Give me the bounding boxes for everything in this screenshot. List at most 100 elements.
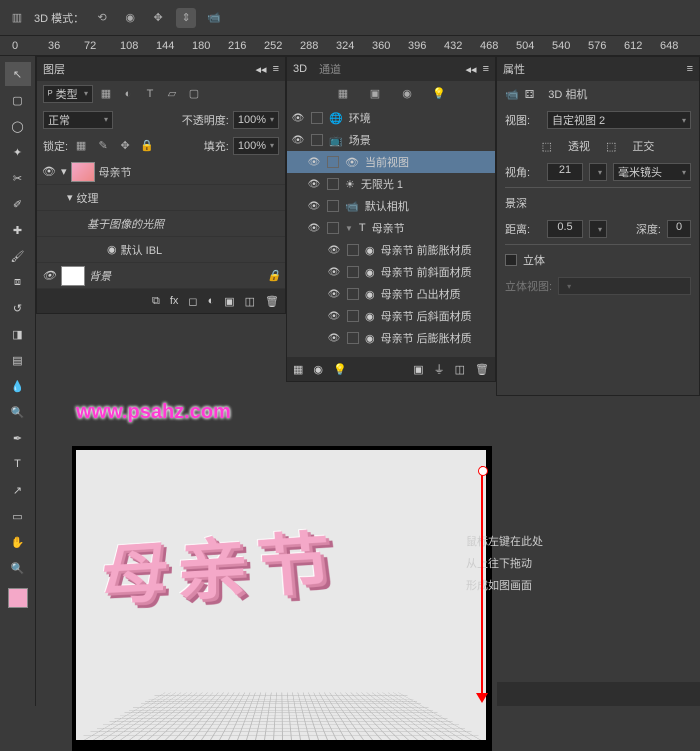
ground-icon[interactable]: ⏚ bbox=[434, 361, 445, 377]
3d-item[interactable]: 👁◉母亲节 前膨胀材质 bbox=[287, 239, 495, 261]
mat-icon[interactable]: ▦ bbox=[293, 363, 303, 376]
layer-row[interactable]: 基于图像的光照 bbox=[37, 211, 285, 237]
zoom-tool[interactable]: 🔍 bbox=[5, 556, 31, 580]
3d-item[interactable]: 👁◉母亲节 后膨胀材质 bbox=[287, 327, 495, 349]
crop-tool[interactable]: ✂ bbox=[5, 166, 31, 190]
3d-item-current-view[interactable]: 👁👁当前视图 bbox=[287, 151, 495, 173]
pen-tool[interactable]: ✒ bbox=[5, 426, 31, 450]
3d-item[interactable]: 👁📹默认相机 bbox=[287, 195, 495, 217]
lens-select[interactable]: 毫米镜头 bbox=[613, 163, 691, 181]
panel-collapse-icon[interactable]: ◂◂ bbox=[256, 63, 267, 76]
brush-tool[interactable]: 🖌 bbox=[5, 244, 31, 268]
link-icon[interactable]: ⧉ bbox=[152, 295, 160, 308]
delete-icon[interactable]: 🗑 bbox=[265, 295, 279, 308]
3d-item[interactable]: 👁☀无限光 1 bbox=[287, 173, 495, 195]
new-3d-icon[interactable]: ◫ bbox=[455, 363, 465, 376]
pan-icon[interactable]: ✥ bbox=[148, 8, 168, 28]
camera-icon[interactable]: 📹 bbox=[204, 8, 224, 28]
eyedropper-tool[interactable]: ✐ bbox=[5, 192, 31, 216]
lasso-tool[interactable]: ◯ bbox=[5, 114, 31, 138]
layer-row[interactable]: ◉默认 IBL bbox=[37, 237, 285, 263]
3d-item[interactable]: 👁◉母亲节 凸出材质 bbox=[287, 283, 495, 305]
fx-icon[interactable]: fx bbox=[170, 295, 179, 307]
dist-stepper[interactable] bbox=[589, 220, 607, 238]
opacity-field[interactable]: 100% bbox=[233, 111, 279, 129]
layers-tab[interactable]: 图层 bbox=[43, 61, 65, 77]
channels-tab[interactable]: 通道 bbox=[319, 61, 341, 77]
filter-material-icon[interactable]: ◉ bbox=[398, 85, 416, 103]
filter-type-select[interactable]: ᴾ 类型 bbox=[43, 85, 93, 103]
filter-pixel-icon[interactable]: ▦ bbox=[97, 85, 115, 103]
stamp-tool[interactable]: ⧈ bbox=[5, 270, 31, 294]
panel-icon[interactable]: ▥ bbox=[8, 9, 26, 27]
lock-trans-icon[interactable]: ▦ bbox=[72, 137, 90, 155]
filter-smart-icon[interactable]: ▢ bbox=[185, 85, 203, 103]
layer-row[interactable]: 👁背景🔒 bbox=[37, 263, 285, 289]
layer-row[interactable]: 👁▾母亲节 bbox=[37, 159, 285, 185]
3d-item[interactable]: 👁▼T母亲节 bbox=[287, 217, 495, 239]
dist-field[interactable]: 0.5 bbox=[547, 220, 583, 238]
visibility-icon[interactable]: 👁 bbox=[41, 269, 57, 282]
3d-item[interactable]: 👁◉母亲节 后斜面材质 bbox=[287, 305, 495, 327]
visibility-icon[interactable]: 👁 bbox=[41, 165, 57, 178]
fill-field[interactable]: 100% bbox=[233, 137, 279, 155]
panel-menu-icon[interactable]: ≡ bbox=[273, 63, 279, 76]
coords-icon[interactable]: ⚃ bbox=[525, 88, 535, 101]
view-select[interactable]: 自定视图 2 bbox=[547, 111, 691, 129]
layer-row[interactable]: ▾纹理 bbox=[37, 185, 285, 211]
slide-icon[interactable]: ⇕ bbox=[176, 8, 196, 28]
type-tool[interactable]: T bbox=[5, 452, 31, 476]
blend-mode-select[interactable]: 正常 bbox=[43, 111, 113, 129]
heal-tool[interactable]: ✚ bbox=[5, 218, 31, 242]
panel-menu-icon[interactable]: ≡ bbox=[483, 63, 489, 76]
depth-field[interactable]: 0 bbox=[667, 220, 691, 238]
3d-item[interactable]: 👁◉母亲节 前斜面材质 bbox=[287, 261, 495, 283]
filter-light-icon[interactable]: 💡 bbox=[430, 85, 448, 103]
dodge-tool[interactable]: 🔍 bbox=[5, 400, 31, 424]
stereo-checkbox[interactable] bbox=[505, 254, 517, 266]
render-icon[interactable]: ▣ bbox=[413, 363, 423, 376]
delete-3d-icon[interactable]: 🗑 bbox=[475, 363, 489, 376]
fov-stepper[interactable] bbox=[589, 163, 607, 181]
properties-tab[interactable]: 属性 bbox=[503, 61, 525, 77]
roll-icon[interactable]: ◉ bbox=[120, 8, 140, 28]
lock-all-icon[interactable]: 🔒 bbox=[138, 137, 156, 155]
layer-thumb[interactable] bbox=[71, 162, 95, 182]
marquee-tool[interactable]: ▢ bbox=[5, 88, 31, 112]
stereo-label: 立体 bbox=[523, 252, 545, 268]
blur-tool[interactable]: 💧 bbox=[5, 374, 31, 398]
3d-tab[interactable]: 3D bbox=[293, 63, 307, 75]
wand-tool[interactable]: ✦ bbox=[5, 140, 31, 164]
ortho-cube-icon[interactable]: ⬚ bbox=[606, 140, 616, 153]
new-light-icon[interactable]: 💡 bbox=[333, 363, 347, 376]
panel-collapse-icon[interactable]: ◂◂ bbox=[466, 63, 477, 76]
mask-icon[interactable]: ◻ bbox=[188, 295, 197, 308]
perspective-cube-icon[interactable]: ⬚ bbox=[542, 140, 552, 153]
history-brush-tool[interactable]: ↺ bbox=[5, 296, 31, 320]
gradient-tool[interactable]: ▤ bbox=[5, 348, 31, 372]
canvas[interactable]: 母亲节 bbox=[72, 446, 492, 751]
fov-field[interactable]: 21 bbox=[547, 163, 583, 181]
adjust-icon[interactable]: ◐ bbox=[208, 295, 215, 307]
3d-item[interactable]: 👁🌐环境 bbox=[287, 107, 495, 129]
move-tool[interactable]: ↖ bbox=[5, 62, 31, 86]
path-tool[interactable]: ↗ bbox=[5, 478, 31, 502]
new-layer-icon[interactable]: ◫ bbox=[245, 295, 255, 308]
lock-paint-icon[interactable]: ✎ bbox=[94, 137, 112, 155]
eraser-tool[interactable]: ◨ bbox=[5, 322, 31, 346]
3d-item[interactable]: 👁📺场景 bbox=[287, 129, 495, 151]
sphere-icon[interactable]: ◉ bbox=[313, 363, 323, 376]
filter-adjust-icon[interactable]: ◐ bbox=[119, 85, 137, 103]
group-icon[interactable]: ▣ bbox=[224, 295, 234, 308]
lock-pos-icon[interactable]: ✥ bbox=[116, 137, 134, 155]
filter-mesh-icon[interactable]: ▣ bbox=[366, 85, 384, 103]
filter-type-icon[interactable]: T bbox=[141, 85, 159, 103]
orbit-icon[interactable]: ⟲ bbox=[92, 8, 112, 28]
filter-scene-icon[interactable]: ▦ bbox=[334, 85, 352, 103]
foreground-swatch[interactable] bbox=[8, 588, 28, 608]
shape-tool[interactable]: ▭ bbox=[5, 504, 31, 528]
filter-shape-icon[interactable]: ▱ bbox=[163, 85, 181, 103]
hand-tool[interactable]: ✋ bbox=[5, 530, 31, 554]
panel-menu-icon[interactable]: ≡ bbox=[687, 63, 693, 75]
layer-thumb[interactable] bbox=[61, 266, 85, 286]
